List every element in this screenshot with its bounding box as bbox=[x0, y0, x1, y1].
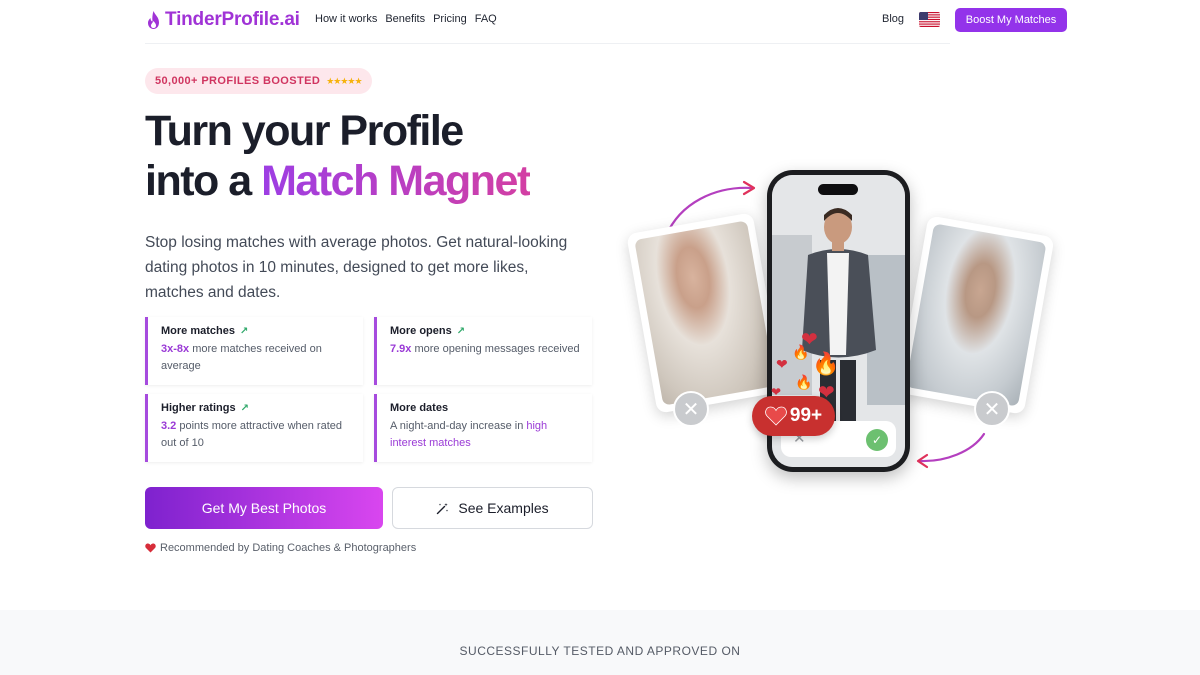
profile-photo-card-after bbox=[897, 215, 1055, 415]
magic-wand-icon bbox=[437, 502, 449, 514]
close-icon[interactable]: ✕ bbox=[673, 391, 709, 427]
stat-text: A night-and-day increase in bbox=[390, 420, 527, 432]
heart-icon bbox=[765, 406, 787, 426]
nav-link-pricing[interactable]: Pricing bbox=[433, 13, 467, 25]
hero-subtitle: Stop losing matches with average photos.… bbox=[145, 234, 568, 301]
nav-link-blog[interactable]: Blog bbox=[882, 13, 904, 25]
hero-title-highlight: Match Magnet bbox=[261, 157, 531, 205]
stat-more-matches: More matches ↗ 3x-8x more matches receive… bbox=[145, 317, 363, 385]
get-my-best-photos-button[interactable]: Get My Best Photos bbox=[145, 487, 383, 529]
stat-text: more opening messages received bbox=[411, 343, 580, 355]
nav-link-faq[interactable]: FAQ bbox=[475, 13, 497, 25]
logo-text: TinderProfile.ai bbox=[165, 9, 300, 30]
heart-icon: ❤ bbox=[776, 356, 788, 372]
stat-more-dates: More dates A night-and-day increase in h… bbox=[374, 394, 592, 462]
match-counter: 99+ bbox=[789, 405, 823, 426]
stat-highlight: 3x-8x bbox=[161, 343, 190, 355]
us-flag-icon[interactable] bbox=[919, 12, 940, 27]
recommendation-text: Recommended by Dating Coaches & Photogra… bbox=[160, 542, 417, 554]
boost-my-matches-button[interactable]: Boost My Matches bbox=[955, 8, 1067, 32]
stat-highlight: 7.9x bbox=[390, 343, 412, 355]
trend-up-icon: ↗ bbox=[239, 325, 249, 337]
see-examples-button[interactable]: See Examples bbox=[392, 487, 593, 529]
trend-up-icon: ↗ bbox=[240, 402, 249, 414]
stat-higher-ratings: Higher ratings ↗ 3.2 points more attracti… bbox=[145, 394, 363, 462]
logos-band bbox=[0, 610, 1200, 675]
hero-title-line1: Turn your Profile bbox=[145, 107, 464, 155]
stat-highlight: 3.2 bbox=[161, 420, 177, 432]
nav-link-benefits[interactable]: Benefits bbox=[385, 13, 425, 25]
see-examples-label: See Examples bbox=[458, 500, 549, 516]
curved-arrow-icon bbox=[916, 432, 986, 469]
trend-up-icon: ↗ bbox=[456, 325, 466, 337]
logo[interactable]: TinderProfile.ai bbox=[146, 8, 300, 32]
profile-photo bbox=[905, 223, 1047, 407]
profile-photo bbox=[634, 220, 776, 406]
recommendation-note: Recommended by Dating Coaches & Photogra… bbox=[145, 542, 416, 554]
phone-notch bbox=[818, 184, 858, 195]
like-check-icon[interactable]: ✓ bbox=[866, 429, 888, 451]
fire-icon: 🔥 bbox=[795, 374, 813, 390]
fire-icon: 🔥 bbox=[812, 351, 840, 376]
hero-title: Turn your Profile into a Match Magnet bbox=[145, 106, 615, 206]
hero-title-line2: into a bbox=[145, 157, 262, 205]
fire-icon: 🔥 bbox=[792, 344, 810, 360]
close-icon[interactable]: ✕ bbox=[974, 391, 1010, 427]
stat-title: More opens bbox=[390, 325, 452, 337]
rating-stars-icon: ★★★★★ bbox=[326, 75, 362, 86]
stat-title: Higher ratings bbox=[161, 402, 236, 414]
top-navbar: TinderProfile.ai How it works Benefits P… bbox=[0, 0, 1200, 44]
stat-more-opens: More opens ↗ 7.9x more opening messages r… bbox=[374, 317, 592, 385]
nav-links: How it works Benefits Pricing FAQ bbox=[315, 13, 497, 25]
stat-text: points more attractive when rated out of… bbox=[161, 420, 342, 449]
nav-link-how-it-works[interactable]: How it works bbox=[315, 13, 377, 25]
tested-heading: SUCCESSFULLY TESTED AND APPROVED ON bbox=[459, 644, 741, 658]
profiles-boosted-badge: 50,000+ PROFILES BOOSTED ★★★★★ bbox=[145, 68, 372, 94]
nav-divider bbox=[145, 43, 950, 44]
badge-text: 50,000+ PROFILES BOOSTED bbox=[155, 75, 321, 87]
match-counter-badge: 99+ bbox=[752, 396, 835, 436]
stat-title: More dates bbox=[390, 402, 449, 414]
heart-icon bbox=[145, 543, 156, 553]
flame-icon bbox=[148, 11, 159, 29]
stat-title: More matches bbox=[161, 325, 235, 337]
